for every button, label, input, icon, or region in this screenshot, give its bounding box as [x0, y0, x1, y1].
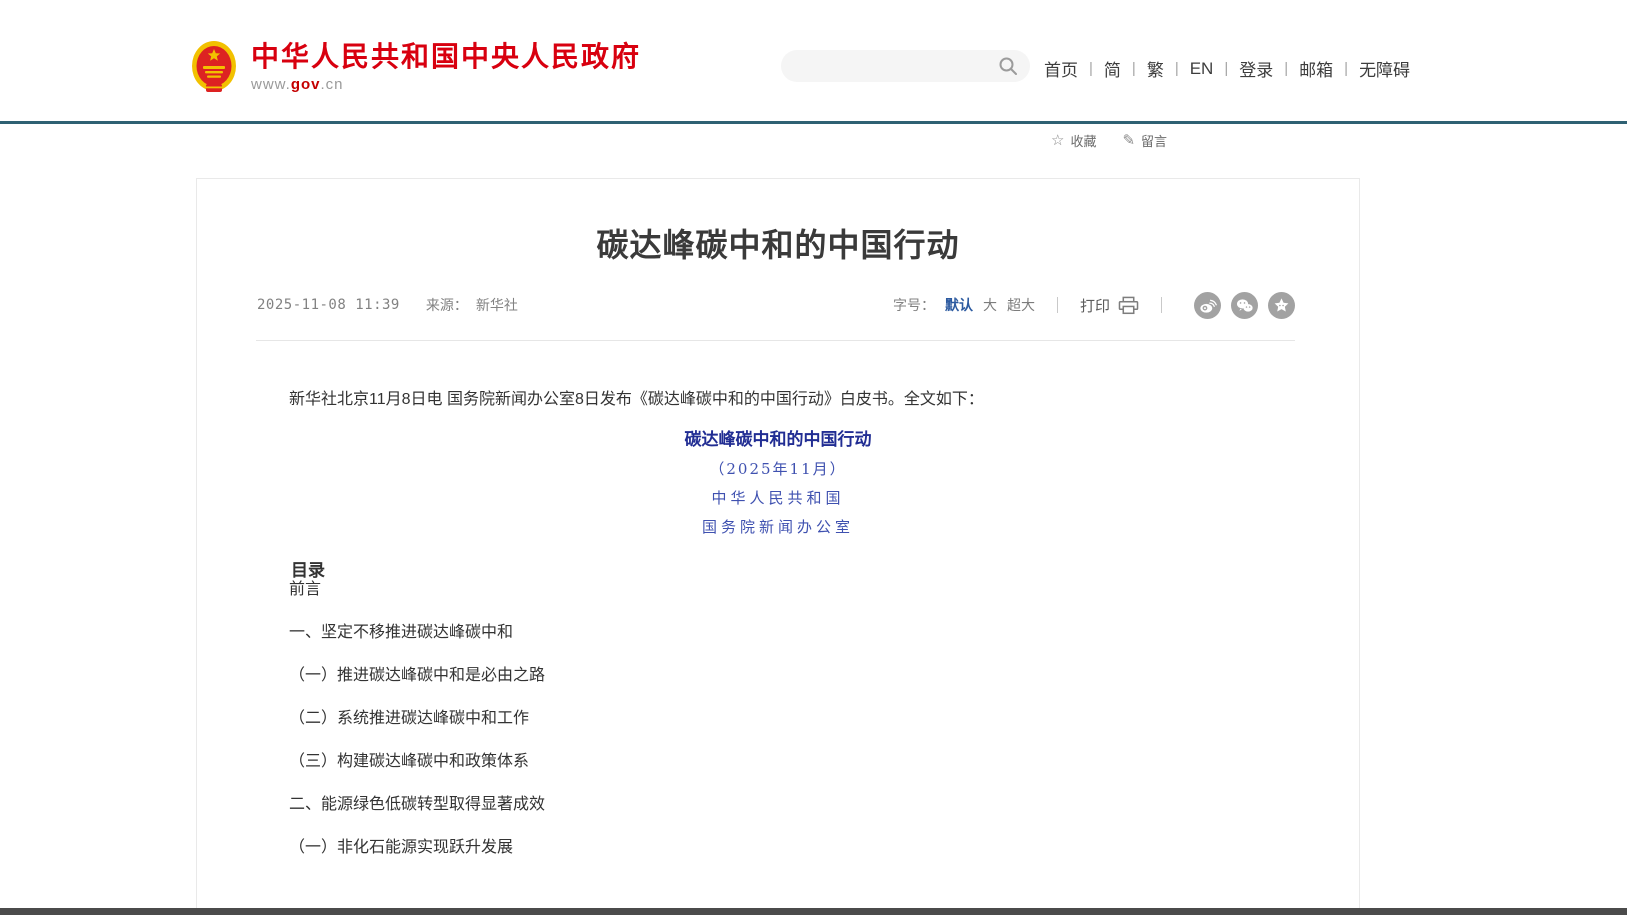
print-label: 打印: [1080, 295, 1110, 316]
nav-separator: |: [1344, 60, 1348, 77]
nav-english[interactable]: EN: [1190, 59, 1214, 79]
nav-login[interactable]: 登录: [1239, 56, 1273, 81]
search-box: [781, 50, 1030, 82]
font-size-xlarge[interactable]: 超大: [1007, 295, 1035, 315]
share-wechat-button[interactable]: [1231, 292, 1258, 319]
toc-title: 目录: [257, 561, 1299, 581]
search-input[interactable]: [799, 58, 998, 74]
printer-icon: [1118, 296, 1139, 315]
font-size-label: 字号：: [893, 295, 935, 315]
header-divider: [0, 121, 1627, 124]
document-title: 碳达峰碳中和的中国行动: [197, 431, 1359, 449]
pencil-icon: ✎: [1122, 133, 1135, 148]
url-cn: .cn: [321, 76, 344, 93]
nav-mail[interactable]: 邮箱: [1299, 56, 1333, 81]
nav-separator: |: [1132, 60, 1136, 77]
article-card: 碳达峰碳中和的中国行动 2025-11-08 11:39 来源： 新华社 字号：…: [196, 178, 1360, 915]
document-author-line1: 中华人民共和国: [197, 489, 1359, 507]
article-intro: 新华社北京11月8日电 国务院新闻办公室8日发布《碳达峰碳中和的中国行动》白皮书…: [257, 388, 1299, 412]
share-weibo-button[interactable]: [1194, 292, 1221, 319]
nav-separator: |: [1224, 60, 1228, 77]
page: 中华人民共和国中央人民政府 www.gov.cn 首页 | 简 | 繁 | EN…: [0, 0, 1627, 915]
wechat-icon: [1235, 296, 1254, 315]
favorite-label: 收藏: [1070, 131, 1096, 150]
top-nav: 首页 | 简 | 繁 | EN | 登录 | 邮箱 | 无障碍: [1044, 56, 1410, 81]
site-header: 中华人民共和国中央人民政府 www.gov.cn 首页 | 简 | 繁 | EN…: [0, 0, 1627, 121]
weibo-icon: [1198, 296, 1217, 315]
site-url: www.gov.cn: [251, 76, 641, 93]
site-title: 中华人民共和国中央人民政府: [251, 41, 641, 73]
meta-right: 字号： 默认 大 超大 打印: [893, 292, 1295, 319]
toc-item: 一、坚定不移推进碳达峰碳中和: [257, 624, 1299, 642]
meta-divider: [256, 340, 1295, 341]
qzone-star-icon: [1272, 296, 1291, 315]
nav-separator: |: [1284, 60, 1288, 77]
toc-item: （二）系统推进碳达峰碳中和工作: [257, 710, 1299, 728]
toc-item: 前言: [257, 581, 1299, 599]
document-date: （2025年11月）: [197, 460, 1359, 478]
url-www: www.: [251, 76, 291, 93]
toc-item: （一）非化石能源实现跃升发展: [257, 839, 1299, 857]
nav-traditional[interactable]: 繁: [1147, 56, 1164, 81]
site-logo[interactable]: 中华人民共和国中央人民政府 www.gov.cn: [190, 40, 641, 94]
share-qzone-button[interactable]: [1268, 292, 1295, 319]
meta-separator: [1161, 297, 1162, 313]
logo-text: 中华人民共和国中央人民政府 www.gov.cn: [251, 41, 641, 93]
national-emblem-icon: [190, 40, 238, 94]
nav-separator: |: [1089, 60, 1093, 77]
comment-label: 留言: [1141, 131, 1167, 150]
article-meta: 2025-11-08 11:39 来源： 新华社 字号： 默认 大 超大 打印: [257, 290, 1295, 320]
url-gov: gov: [291, 76, 321, 93]
comment-link[interactable]: ✎ 留言: [1122, 131, 1167, 150]
article-title: 碳达峰碳中和的中国行动: [197, 223, 1359, 267]
font-size-large[interactable]: 大: [983, 295, 997, 315]
source-value[interactable]: 新华社: [476, 295, 518, 315]
toc-item: （三）构建碳达峰碳中和政策体系: [257, 753, 1299, 771]
font-size-default[interactable]: 默认: [945, 295, 973, 315]
toc-item: 二、能源绿色低碳转型取得显著成效: [257, 796, 1299, 814]
bottom-bar: [0, 908, 1627, 915]
toc-item: （一）推进碳达峰碳中和是必由之路: [257, 667, 1299, 685]
favorite-link[interactable]: ☆ 收藏: [1051, 131, 1096, 150]
star-icon: ☆: [1051, 133, 1064, 148]
source-label: 来源：: [426, 295, 468, 315]
document-author-line2: 国务院新闻办公室: [197, 518, 1359, 536]
search-icon[interactable]: [998, 56, 1018, 76]
meta-separator: [1057, 297, 1058, 313]
page-actions: ☆ 收藏 ✎ 留言: [1051, 131, 1167, 150]
print-button[interactable]: 打印: [1080, 295, 1139, 316]
nav-home[interactable]: 首页: [1044, 56, 1078, 81]
meta-left: 2025-11-08 11:39 来源： 新华社: [257, 295, 518, 315]
nav-accessibility[interactable]: 无障碍: [1359, 56, 1410, 81]
publish-date: 2025-11-08 11:39: [257, 297, 400, 313]
nav-separator: |: [1175, 60, 1179, 77]
nav-simplified[interactable]: 简: [1104, 56, 1121, 81]
